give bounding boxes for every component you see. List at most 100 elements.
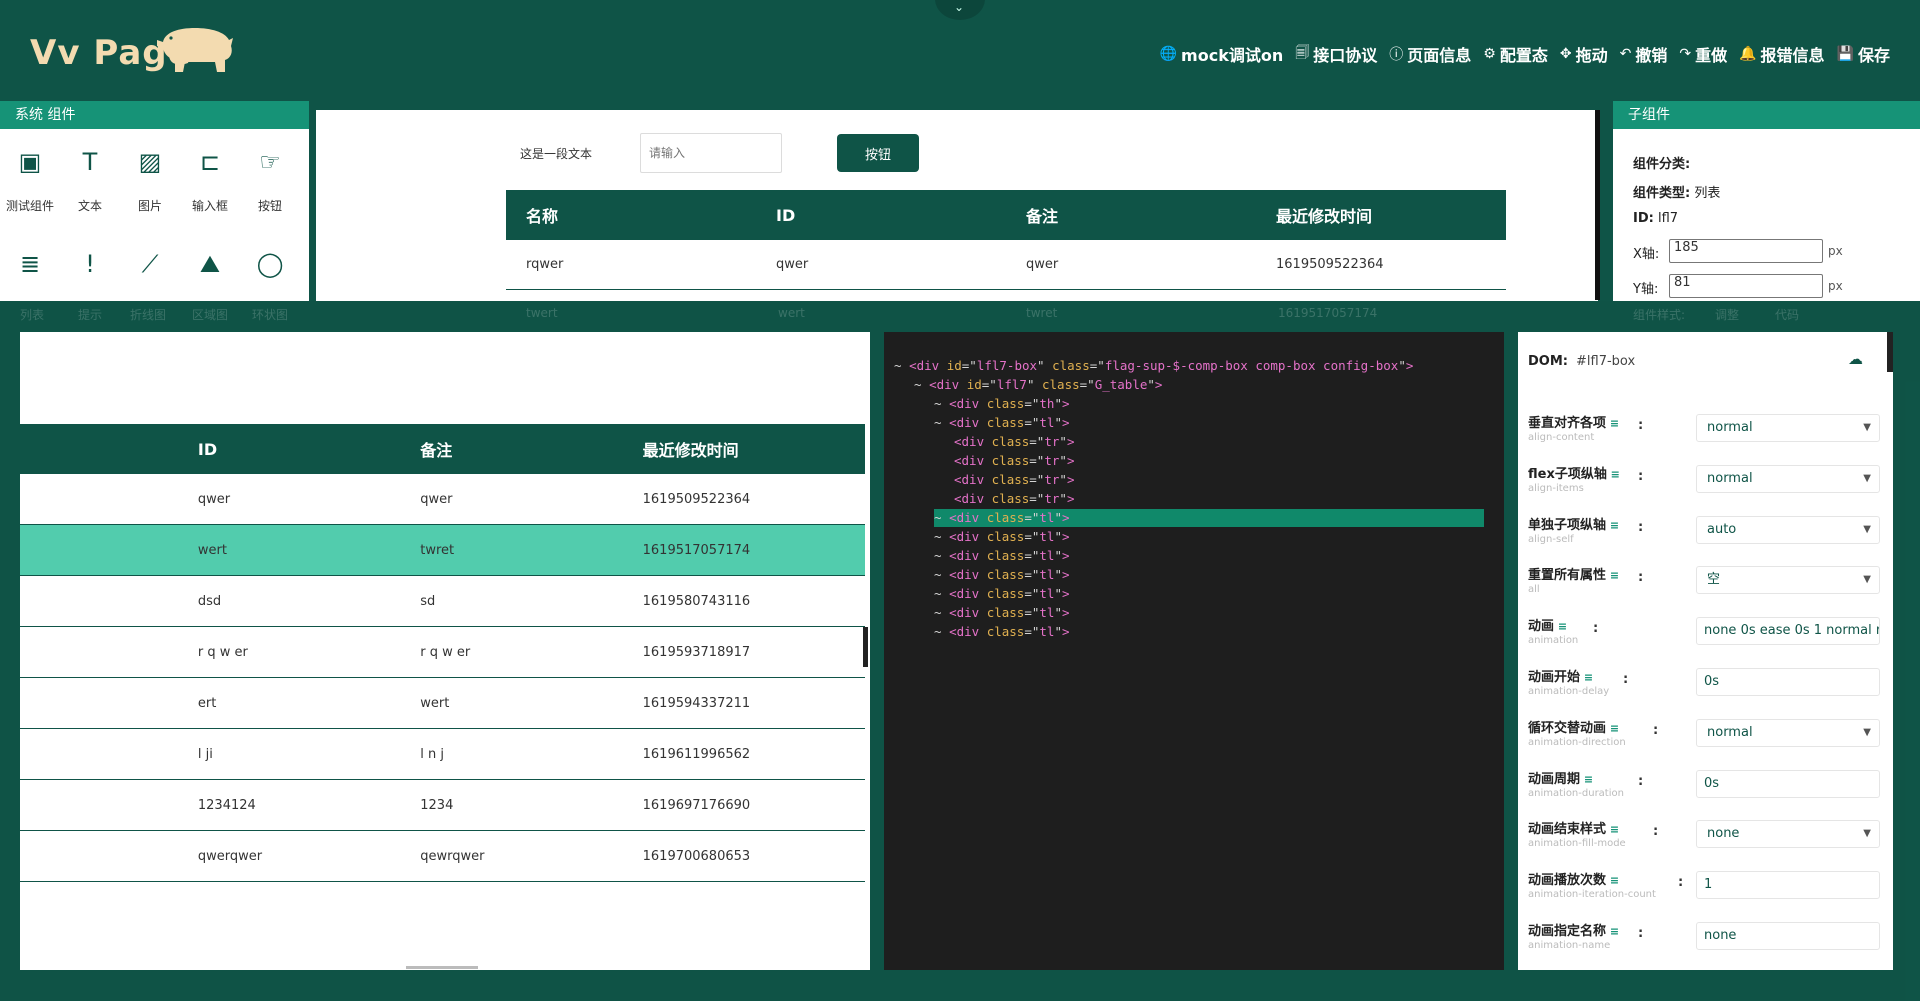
property-select[interactable]: normal ▼ [1696, 414, 1880, 442]
tree-toggle-icon[interactable]: ~ [934, 586, 942, 601]
component-item[interactable]: T 文本 [60, 145, 120, 214]
toolbar-button-1[interactable]: 🗐 接口协议 [1295, 42, 1377, 66]
collapse-header-button[interactable]: ⌄ [935, 0, 985, 20]
table-panel-hscrollbar[interactable] [406, 966, 478, 969]
tree-toggle-icon[interactable]: ~ [934, 415, 942, 430]
property-input[interactable]: 0s [1696, 668, 1880, 696]
property-colon: : [1638, 468, 1644, 484]
dom-node-line[interactable]: ~ <div class="tl"> [934, 566, 1070, 584]
toolbar-button-5[interactable]: ↶ 撤销 [1620, 42, 1668, 66]
canvas-table-component[interactable]: 名称 ID 备注 最近修改时间 rqwer qwer qwer 1619509522364 [506, 190, 1506, 290]
tree-toggle-icon[interactable]: ~ [934, 396, 942, 411]
preview-table: ID 备注 最近修改时间 qwer qwer 1619509522364 wert twre… [20, 424, 865, 882]
component-item[interactable]: ▨ 图片 [120, 145, 180, 214]
tree-toggle-icon[interactable]: ~ [934, 567, 942, 582]
property-input[interactable]: none [1696, 922, 1880, 950]
attr-name: class [986, 529, 1025, 544]
table-row[interactable]: ert wert 1619594337211 [20, 678, 865, 729]
canvas-input-component[interactable] [640, 133, 782, 173]
component-item[interactable]: ⟋ [120, 247, 180, 281]
component-item[interactable]: ≣ [0, 247, 60, 281]
attr-name: class [991, 472, 1030, 487]
dom-node-line[interactable]: <div class="tr"> [954, 452, 1074, 470]
select-value: normal [1707, 420, 1753, 435]
component-item[interactable]: ⛰ [180, 247, 240, 281]
property-input[interactable]: 0s [1696, 769, 1880, 798]
tree-toggle-icon[interactable]: ~ [934, 624, 942, 639]
toolbar-button-7[interactable]: 🔔 报错信息 [1739, 42, 1824, 66]
dom-node-line[interactable]: ~ <div class="tl"> [934, 414, 1070, 432]
toolbar-button-4[interactable]: ✥ 拖动 [1560, 42, 1608, 66]
component-item[interactable]: ▣ 测试组件 [0, 145, 60, 214]
property-select[interactable]: 空 ▼ [1696, 566, 1880, 595]
component-item[interactable]: ☞ 按钮 [240, 145, 300, 214]
component-icon: ⛰ [199, 250, 221, 278]
property-input[interactable]: none 0s ease 0s 1 normal r [1696, 617, 1880, 646]
dom-node-selected[interactable]: ~ <div class="tl"> [934, 509, 1484, 527]
dom-node-line[interactable]: ~ <div id="lfl7-box" class="flag-sup-$-c… [894, 357, 1413, 375]
property-input[interactable]: 1 [1696, 871, 1880, 900]
component-item[interactable]: ⊏ 输入框 [180, 145, 240, 214]
table-row[interactable]: r q w er r q w er 1619593718917 [20, 627, 865, 678]
tree-toggle-icon[interactable]: ~ [934, 510, 942, 525]
toolbar-button-3[interactable]: ⚙ 配置态 [1483, 42, 1548, 66]
dom-node-line[interactable]: <div class="tr"> [954, 433, 1074, 451]
tree-toggle-icon[interactable]: ~ [934, 548, 942, 563]
table-row[interactable]: l ji l n j 1619611996562 [20, 729, 865, 780]
tree-toggle-icon[interactable]: ~ [934, 529, 942, 544]
table-cell: qwer [1026, 257, 1059, 272]
property-select[interactable]: auto ▼ [1696, 515, 1880, 544]
selected-table-row[interactable]: wert twret 1619517057174 [20, 525, 865, 576]
property-label: 动画开始 [1528, 670, 1581, 685]
table-row[interactable]: 1234124 1234 1619697176690 [20, 780, 865, 831]
preview-table-header: ID 备注 最近修改时间 [20, 424, 865, 474]
toolbar-button-0[interactable]: 🌐 mock调试on [1160, 42, 1284, 66]
tag-name: div [956, 529, 980, 544]
table-row[interactable]: qwer qwer 1619509522364 [20, 474, 865, 525]
tag-name: div [956, 548, 980, 563]
canvas-scrollbar[interactable] [1595, 110, 1600, 300]
property-label: 重置所有属性 [1528, 568, 1607, 584]
toolbar-button-2[interactable]: ⓘ 页面信息 [1389, 42, 1471, 66]
toolbar-button-6[interactable]: ↷ 重做 [1679, 42, 1727, 66]
property-select[interactable]: normal ▼ [1696, 718, 1880, 747]
canvas-button-component[interactable]: 按钮 [837, 134, 919, 172]
y-unit-label: px [1828, 279, 1843, 293]
chevron-down-icon: ▼ [1863, 828, 1871, 840]
attr-name: class [986, 567, 1025, 582]
toolbar-button-label: 保存 [1857, 46, 1890, 65]
table-panel-scrollbar[interactable] [863, 627, 868, 667]
toolbar-button-label: 配置态 [1499, 46, 1548, 65]
property-select[interactable]: normal ▼ [1696, 464, 1880, 493]
table-row[interactable]: rqwer qwer qwer 1619509522364 [506, 240, 1506, 290]
dom-node-line[interactable]: ~ <div class="tl"> [934, 623, 1070, 641]
style-panel-scrollbar[interactable] [1887, 332, 1893, 372]
tree-toggle-icon[interactable]: ~ [914, 377, 922, 392]
dom-node-line[interactable]: ~ <div class="tl"> [934, 528, 1070, 546]
property-info-icon: ≡ [1606, 467, 1620, 481]
dom-node-line[interactable]: ~ <div class="tl"> [934, 604, 1070, 622]
y-axis-input[interactable]: 81 [1669, 274, 1823, 298]
tree-toggle-icon[interactable]: ~ [894, 358, 902, 373]
component-item[interactable]: ◯ [240, 247, 300, 281]
cloud-upload-icon[interactable]: ☁ [1848, 350, 1863, 368]
dom-node-line[interactable]: ~ <div class="th"> [934, 395, 1070, 413]
attr-value: G_table [1094, 377, 1148, 392]
toolbar-button-8[interactable]: 💾 保存 [1837, 42, 1890, 66]
preview-table-body: qwer qwer 1619509522364 wert twret 1619517057… [20, 474, 865, 882]
table-row[interactable]: qwerqwer qewrqwer 1619700680653 [20, 831, 865, 882]
dom-node-line[interactable]: <div class="tr"> [954, 471, 1074, 489]
property-select[interactable]: none ▼ [1696, 820, 1880, 849]
tree-toggle-icon[interactable]: ~ [934, 605, 942, 620]
tag-name: div [956, 624, 980, 639]
table-row[interactable]: dsd sd 1619580743116 [20, 576, 865, 627]
component-item[interactable]: ! [60, 247, 120, 281]
dom-node-line[interactable]: ~ <div class="tl"> [934, 547, 1070, 565]
tag-name: div [956, 567, 980, 582]
x-axis-input[interactable]: 185 [1669, 239, 1823, 263]
dom-node-line[interactable]: ~ <div class="tl"> [934, 585, 1070, 603]
dom-node-line[interactable]: <div class="tr"> [954, 490, 1074, 508]
dom-node-line[interactable]: ~ <div id="lfl7" class="G_table"> [914, 376, 1162, 394]
canvas-text-component[interactable]: 这是一段文本 [520, 145, 592, 162]
component-library-title: 系统 组件 [0, 101, 309, 129]
